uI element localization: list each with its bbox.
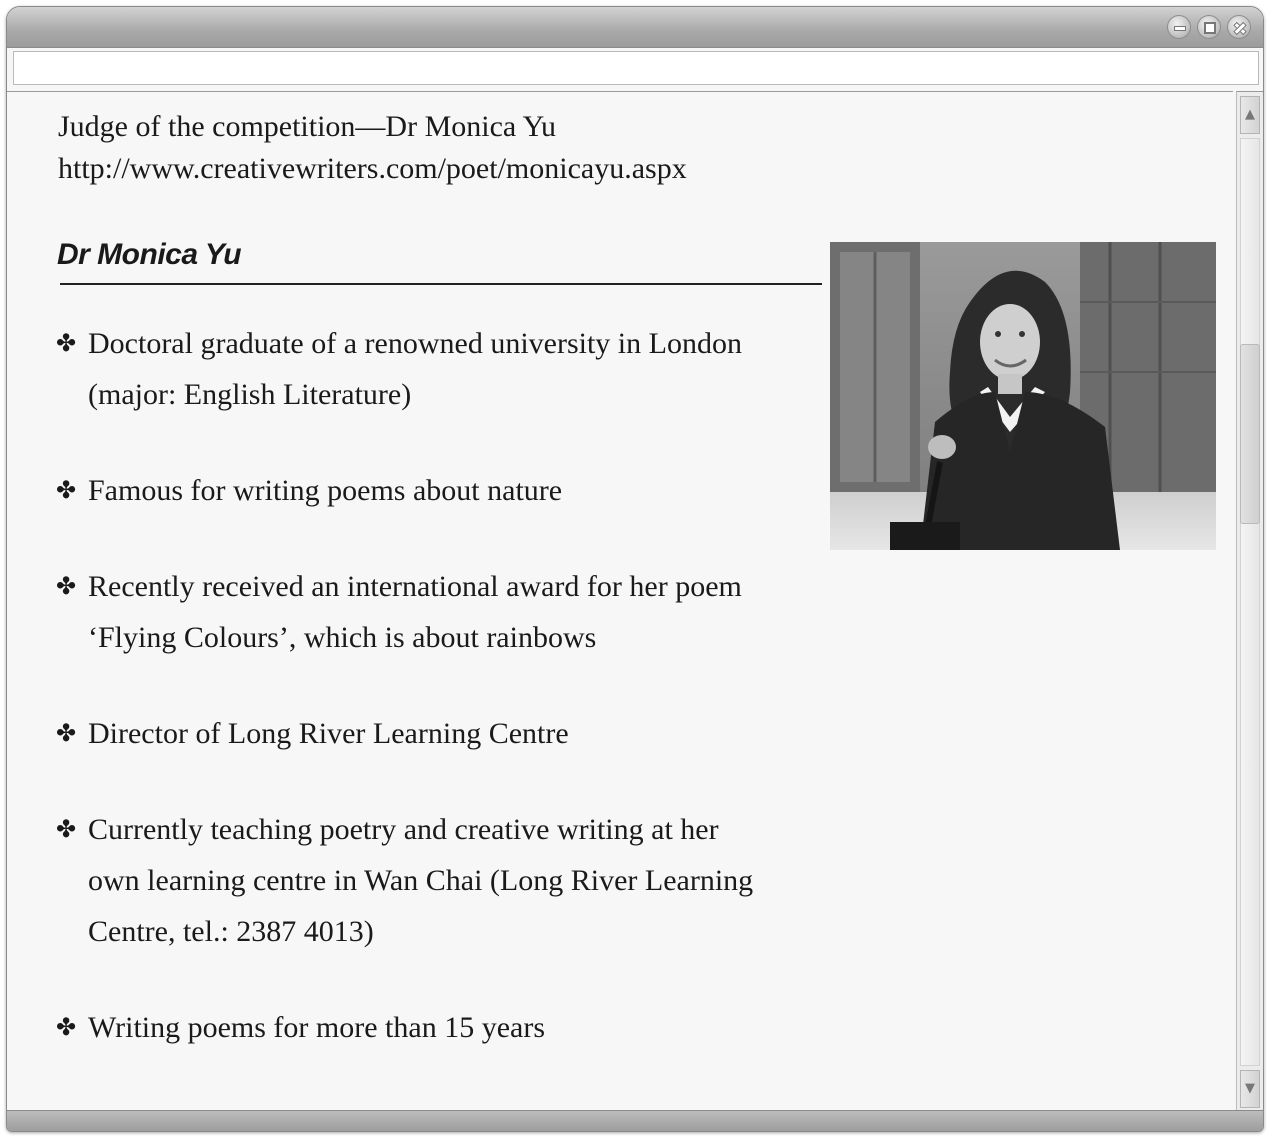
profile-photo xyxy=(830,242,1216,550)
page-title: Judge of the competition—Dr Monica Yu xyxy=(58,110,556,143)
list-item-line: ‘Flying Colours’, which is about rainbow… xyxy=(88,621,597,654)
list-item: ✤ Director of Long River Learning Centre xyxy=(56,708,826,759)
title-bar xyxy=(7,7,1263,48)
bullet-icon: ✤ xyxy=(56,329,77,357)
page-header: Judge of the competition—Dr Monica Yu ht… xyxy=(58,106,818,190)
list-item: ✤ Doctoral graduate of a renowned univer… xyxy=(56,318,826,420)
status-bar xyxy=(7,1110,1263,1131)
list-item-line: own learning centre in Wan Chai (Long Ri… xyxy=(88,864,754,897)
vertical-scrollbar[interactable]: ▲ ▼ xyxy=(1236,91,1263,1112)
scroll-track[interactable] xyxy=(1240,138,1260,1066)
list-item-line: Director of Long River Learning Centre xyxy=(88,717,569,750)
scroll-thumb[interactable] xyxy=(1240,344,1260,524)
list-item: ✤ Writing poems for more than 15 years xyxy=(56,1002,826,1053)
list-item: ✤ Currently teaching poetry and creative… xyxy=(56,804,826,957)
page-url[interactable]: http://www.creativewriters.com/poet/moni… xyxy=(58,148,818,190)
window-controls xyxy=(1167,15,1251,39)
heading-divider xyxy=(60,283,822,285)
profile-bullet-list: ✤ Doctoral graduate of a renowned univer… xyxy=(56,318,826,1098)
arrow-up-icon: ▲ xyxy=(1245,107,1255,122)
list-item-line: Recently received an international award… xyxy=(88,570,742,603)
address-bar[interactable] xyxy=(13,51,1259,85)
bullet-icon: ✤ xyxy=(56,815,77,843)
bullet-icon: ✤ xyxy=(56,476,77,504)
list-item-line: Writing poems for more than 15 years xyxy=(88,1011,546,1044)
list-item: ✤ Recently received an international awa… xyxy=(56,561,826,663)
list-item-line: Famous for writing poems about nature xyxy=(88,474,563,507)
maximize-button[interactable] xyxy=(1197,15,1221,39)
minimize-button[interactable] xyxy=(1167,15,1191,39)
bullet-icon: ✤ xyxy=(56,572,77,600)
portrait-image xyxy=(830,242,1216,550)
scroll-down-button[interactable]: ▼ xyxy=(1240,1070,1260,1108)
bullet-icon: ✤ xyxy=(56,1013,77,1041)
profile-heading: Dr Monica Yu xyxy=(57,238,242,271)
arrow-down-icon: ▼ xyxy=(1245,1081,1255,1096)
list-item: ✤ Famous for writing poems about nature xyxy=(56,465,826,516)
bullet-icon: ✤ xyxy=(56,719,77,747)
list-item-line: Doctoral graduate of a renowned universi… xyxy=(88,327,742,360)
list-item-line: Centre, tel.: 2387 4013) xyxy=(88,915,374,948)
list-item-line: Currently teaching poetry and creative w… xyxy=(88,813,719,846)
scroll-up-button[interactable]: ▲ xyxy=(1240,96,1260,134)
close-button[interactable] xyxy=(1227,15,1251,39)
list-item-line: (major: English Literature) xyxy=(88,378,412,411)
